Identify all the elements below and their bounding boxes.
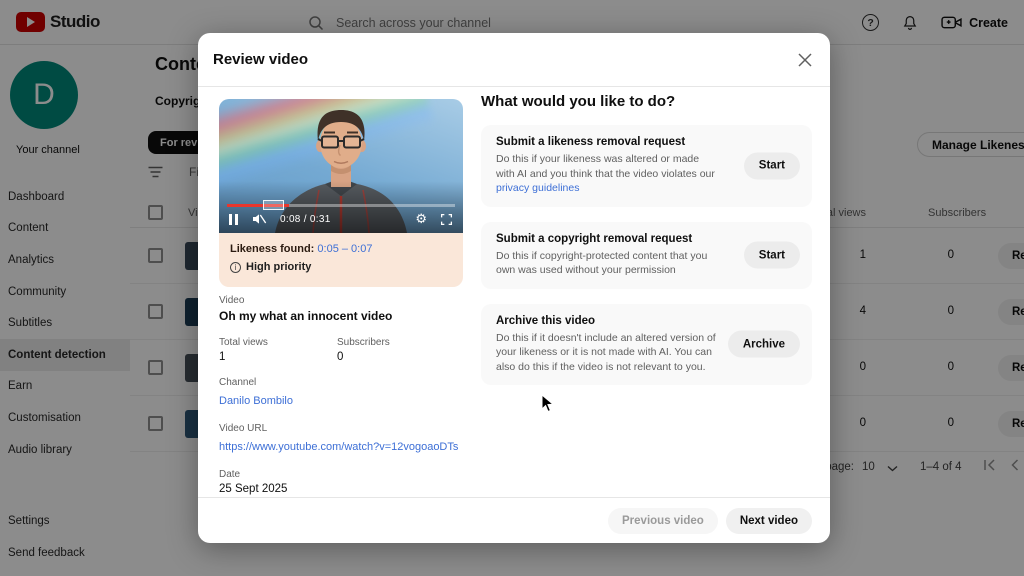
video-label: Video — [219, 295, 245, 306]
previous-video-button[interactable]: Previous video — [608, 507, 718, 534]
priority-label: High priority — [246, 261, 312, 273]
likeness-found-banner: Likeness found: 0:05 – 0:07 i High prior… — [219, 233, 463, 287]
likeness-timestamp-link[interactable]: 0:05 – 0:07 — [317, 243, 372, 255]
review-video-modal: Review video 0:08 / 0:31 ⚙ Likeness foun… — [198, 33, 830, 543]
modal-title: Review video — [213, 51, 309, 68]
pause-icon[interactable] — [229, 213, 238, 225]
video-url-link[interactable]: https://www.youtube.com/watch?v=12vogoao… — [219, 441, 458, 453]
settings-gear-icon[interactable]: ⚙ — [415, 213, 427, 226]
subscribers-label: Subscribers — [337, 337, 390, 348]
start-copyright-request-button[interactable]: Start — [743, 241, 800, 269]
video-player-card: 0:08 / 0:31 ⚙ Likeness found: 0:05 – 0:0… — [219, 99, 463, 287]
privacy-guidelines-link[interactable]: privacy guidelines — [496, 182, 579, 194]
info-icon: i — [230, 261, 241, 273]
total-views-label: Total views — [219, 337, 268, 348]
video-player[interactable]: 0:08 / 0:31 ⚙ — [219, 99, 463, 233]
close-icon[interactable] — [795, 50, 815, 70]
archive-video-button[interactable]: Archive — [727, 330, 800, 358]
playback-time: 0:08 / 0:31 — [280, 213, 331, 225]
video-info-panel: Video Oh my what an innocent video Total… — [219, 295, 463, 509]
date-label: Date — [219, 469, 241, 480]
mute-icon[interactable] — [251, 212, 267, 226]
actions-heading: What would you like to do? — [481, 93, 676, 110]
option-copyright-removal: Submit a copyright removal request Do th… — [481, 221, 812, 289]
mouse-cursor — [541, 394, 554, 413]
option-likeness-removal: Submit a likeness removal request Do thi… — [481, 125, 812, 207]
start-likeness-request-button[interactable]: Start — [743, 152, 800, 180]
fullscreen-icon[interactable] — [440, 213, 453, 226]
total-views-value: 1 — [219, 351, 226, 363]
modal-footer: Previous video Next video — [198, 497, 830, 543]
video-url-label: Video URL — [219, 423, 268, 434]
likeness-segment-marker — [263, 200, 284, 210]
likeness-found-label: Likeness found: — [230, 243, 315, 255]
channel-link[interactable]: Danilo Bombilo — [219, 395, 293, 407]
actions-panel: What would you like to do? Submit a like… — [481, 93, 812, 400]
subscribers-value: 0 — [337, 351, 344, 363]
date-value: 25 Sept 2025 — [219, 483, 288, 495]
progress-bar[interactable] — [227, 200, 455, 210]
channel-label: Channel — [219, 377, 257, 388]
next-video-button[interactable]: Next video — [725, 507, 812, 534]
video-title: Oh my what an innocent video — [219, 309, 393, 323]
option-archive-video: Archive this video Do this if it doesn't… — [481, 303, 812, 385]
